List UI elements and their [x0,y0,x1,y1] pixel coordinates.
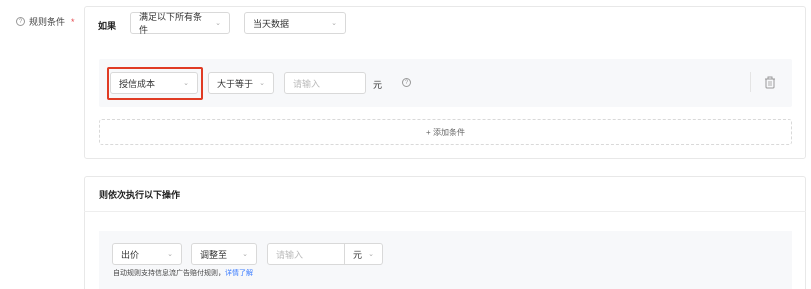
divider [750,72,751,92]
action-value-input[interactable]: 请输入 [267,243,345,265]
chevron-down-icon: ⌄ [167,251,173,258]
trash-icon[interactable] [764,76,776,89]
action-type-select[interactable]: 出价 ⌄ [112,243,182,265]
action-unit-select[interactable]: 元 ⌄ [344,243,383,265]
chevron-down-icon: ⌄ [331,20,337,27]
if-label: 如果 [98,21,117,31]
action-note-text: 自动规则支持信息流广告赔付规则， [113,270,225,277]
highlight-box [107,67,203,100]
action-unit-value: 元 [353,249,363,260]
data-scope-value: 当天数据 [253,18,290,29]
chevron-down-icon: ⌄ [368,251,374,258]
action-type-value: 出价 [121,249,140,260]
condition-operator-value: 大于等于 [217,78,254,89]
action-note: 自动规则支持信息流广告赔付规则，详情了解 [113,268,253,278]
rule-condition-label: ? 规则条件 * [16,15,75,28]
add-condition-button[interactable]: + 添加条件 [99,119,792,145]
rule-condition-text: 规则条件 [29,17,66,27]
condition-operator-select[interactable]: 大于等于 ⌄ [208,72,274,94]
match-mode-select[interactable]: 满足以下所有条件 ⌄ [130,12,230,35]
details-link[interactable]: 详情了解 [225,270,253,277]
data-scope-select[interactable]: 当天数据 ⌄ [244,12,346,34]
condition-value-input[interactable]: 请输入 [284,72,366,94]
match-mode-value: 满足以下所有条件 [139,12,203,35]
action-value-placeholder: 请输入 [276,249,304,260]
chevron-down-icon: ⌄ [259,80,265,87]
chevron-down-icon: ⌄ [242,251,248,258]
action-mode-select[interactable]: 调整至 ⌄ [191,243,257,265]
help-icon[interactable]: ? [16,17,25,26]
chevron-down-icon: ⌄ [215,20,221,27]
action-mode-value: 调整至 [200,249,228,260]
required-mark: * [71,16,75,27]
add-condition-label: + 添加条件 [426,127,465,137]
condition-unit: 元 [373,80,383,90]
condition-value-placeholder: 请输入 [293,78,321,89]
help-icon[interactable]: ? [402,78,411,87]
divider [84,211,806,212]
action-title: 则依次执行以下操作 [99,190,181,200]
